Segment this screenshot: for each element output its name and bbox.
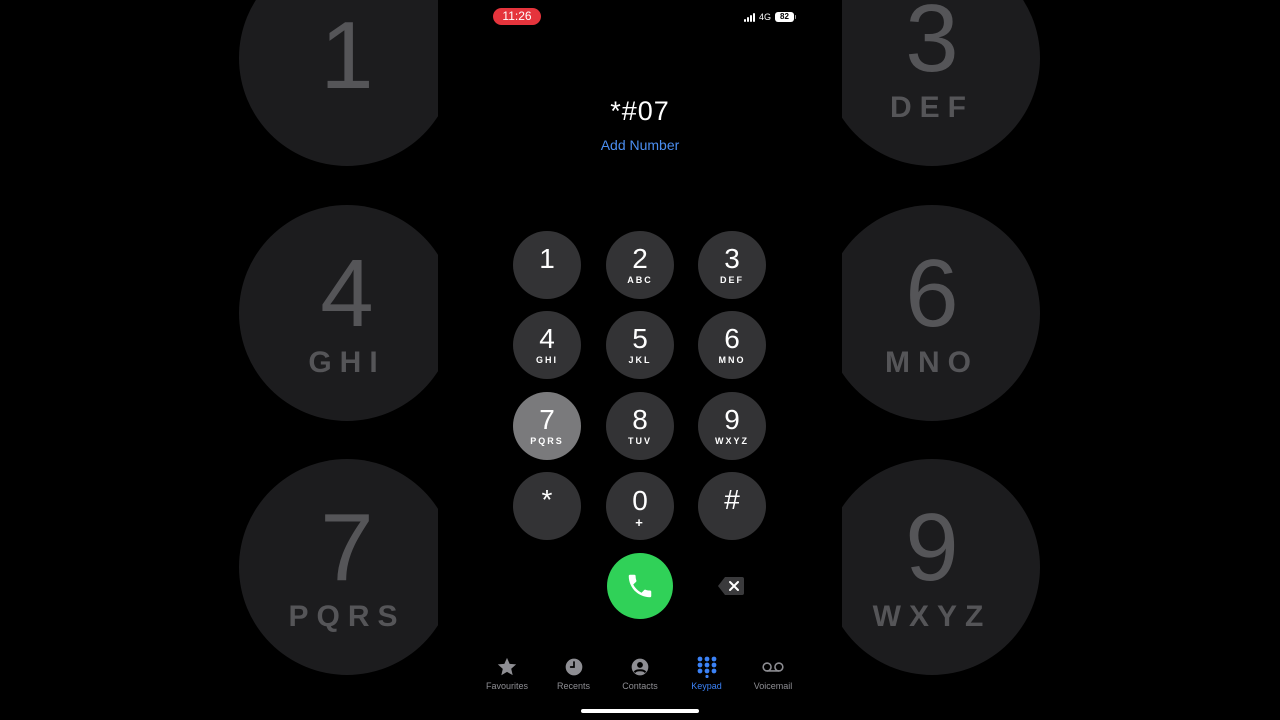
- backdrop-key-letters: WXYZ: [872, 600, 992, 633]
- key-2[interactable]: 2 ABC: [606, 231, 674, 299]
- tab-label: Keypad: [691, 681, 722, 691]
- battery-icon: 82: [775, 12, 796, 22]
- key-digit: 2: [632, 243, 648, 274]
- network-type: 4G: [758, 12, 771, 22]
- home-indicator[interactable]: [581, 709, 699, 713]
- tab-recents[interactable]: Recents: [541, 656, 607, 691]
- backdrop-key-9: 9 WXYZ: [840, 459, 1040, 675]
- key-letters: PQRS: [530, 436, 564, 446]
- key-letters: JKL: [628, 355, 652, 365]
- key-letters: TUV: [628, 436, 652, 446]
- status-time[interactable]: 11:26: [493, 8, 541, 25]
- backdrop-key-3: 3 DEF: [840, 0, 1040, 166]
- voicemail-icon: [762, 662, 784, 672]
- key-letters: MNO: [718, 355, 746, 365]
- add-number-link[interactable]: Add Number: [438, 137, 842, 153]
- key-digit: 1: [539, 243, 555, 274]
- backdrop-key-digit: 1: [320, 2, 374, 109]
- screen-recording-frame: 1 4 GHI 7 PQRS 3 DEF 6 MNO 9 WXYZ 11:26: [0, 0, 1280, 720]
- key-digit: 0: [632, 485, 648, 516]
- tab-keypad[interactable]: Keypad: [674, 656, 740, 691]
- backdrop-key-digit: 3: [905, 0, 959, 92]
- key-letters: WXYZ: [715, 436, 749, 446]
- key-0[interactable]: 0 +: [606, 472, 674, 540]
- backdrop-key-1: 1: [239, 0, 438, 166]
- key-9[interactable]: 9 WXYZ: [698, 392, 766, 460]
- backdrop-key-4: 4 GHI: [239, 205, 438, 421]
- key-digit: 4: [539, 323, 555, 354]
- key-digit: 5: [632, 323, 648, 354]
- phone-icon: [628, 574, 652, 598]
- keypad-grid-icon: [697, 656, 716, 678]
- tab-voicemail[interactable]: Voicemail: [740, 656, 806, 691]
- key-letters: DEF: [720, 275, 744, 285]
- key-digit: 6: [724, 323, 740, 354]
- backdrop-key-digit: 4: [320, 240, 374, 347]
- backdrop-key-7: 7 PQRS: [239, 459, 438, 675]
- backdrop-key-digit: 7: [320, 494, 374, 601]
- tab-favourites[interactable]: Favourites: [474, 656, 540, 691]
- key-digit: *: [541, 484, 553, 515]
- key-digit: 8: [632, 404, 648, 435]
- key-digit: 3: [724, 243, 740, 274]
- tab-label: Favourites: [485, 681, 529, 691]
- person-circle-icon: [631, 658, 649, 676]
- backdrop-left: 1 4 GHI 7 PQRS: [0, 0, 438, 720]
- tab-bar: Favourites Recents Contacts Keypad Voice…: [474, 656, 806, 691]
- backdrop-key-letters: PQRS: [288, 600, 406, 633]
- entered-number: *#07: [610, 96, 670, 126]
- clock-icon: [565, 658, 582, 676]
- star-icon: [497, 657, 517, 676]
- key-4[interactable]: 4 GHI: [513, 311, 581, 379]
- call-button[interactable]: [607, 553, 673, 619]
- tab-label: Contacts: [622, 681, 658, 691]
- backspace-icon: [718, 577, 744, 595]
- cellular-signal-icon: [743, 12, 755, 22]
- backdrop-right: 3 DEF 6 MNO 9 WXYZ: [840, 0, 1280, 720]
- key-7[interactable]: 7 PQRS: [513, 392, 581, 460]
- tab-label: Recents: [556, 681, 591, 691]
- key-hash[interactable]: #: [698, 472, 766, 540]
- backdrop-key-letters: GHI: [308, 346, 386, 379]
- key-digit: 9: [724, 404, 740, 435]
- delete-button[interactable]: [717, 576, 745, 596]
- tab-label: Voicemail: [753, 681, 793, 691]
- backdrop-key-letters: DEF: [890, 91, 974, 124]
- phone-screen: 11:26 4G 82 *#07 Add Number 1 2 ABC 3 DE…: [438, 0, 842, 720]
- key-letters: GHI: [535, 355, 558, 365]
- key-digit: 7: [539, 404, 555, 435]
- key-8[interactable]: 8 TUV: [606, 392, 674, 460]
- status-indicators: 4G 82: [743, 12, 796, 22]
- key-star[interactable]: *: [513, 472, 581, 540]
- backdrop-key-letters: MNO: [885, 346, 979, 379]
- key-letters: ABC: [627, 275, 653, 285]
- key-3[interactable]: 3 DEF: [698, 231, 766, 299]
- tab-contacts[interactable]: Contacts: [607, 656, 673, 691]
- backdrop-key-digit: 9: [905, 494, 959, 601]
- key-1[interactable]: 1: [513, 231, 581, 299]
- key-6[interactable]: 6 MNO: [698, 311, 766, 379]
- key-5[interactable]: 5 JKL: [606, 311, 674, 379]
- key-digit: #: [724, 484, 740, 515]
- backdrop-key-digit: 6: [905, 240, 959, 347]
- backdrop-key-6: 6 MNO: [840, 205, 1040, 421]
- key-letters: +: [635, 515, 645, 530]
